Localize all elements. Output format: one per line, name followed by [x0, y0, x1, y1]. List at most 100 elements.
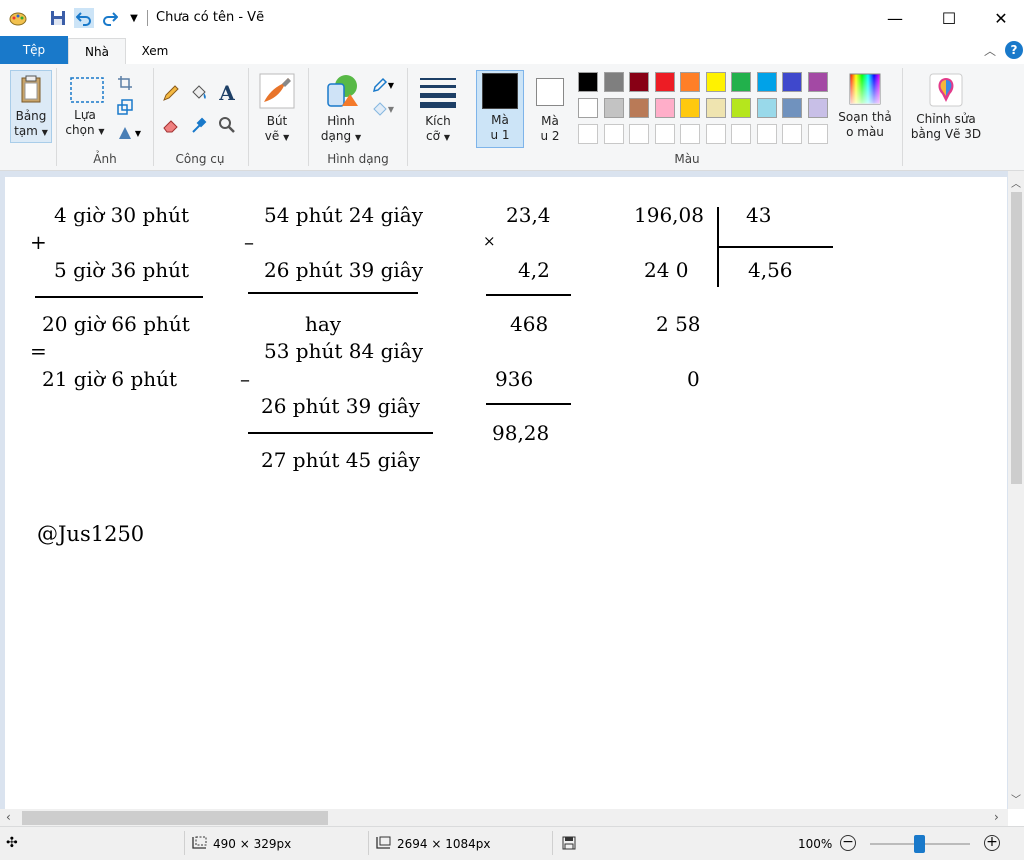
crop-icon[interactable] [114, 72, 136, 94]
redo-icon[interactable] [100, 8, 120, 28]
color1-label-2: u 1 [490, 128, 510, 142]
palette-swatch[interactable] [680, 72, 700, 92]
outline-icon[interactable]: ▼ [368, 74, 398, 96]
help-icon[interactable]: ? [1005, 41, 1023, 59]
color1-button[interactable]: Mà u 1 [476, 70, 524, 148]
custom-color-slot[interactable] [680, 124, 700, 144]
sub-operator-1: – [244, 230, 254, 254]
palette-swatch[interactable] [731, 98, 751, 118]
mul-partial-2: 936 [495, 367, 534, 391]
custom-color-slot[interactable] [705, 124, 726, 144]
color2-label-1: Mà [541, 114, 559, 128]
custom-color-slot[interactable] [603, 124, 624, 144]
undo-icon[interactable] [74, 8, 94, 28]
canvas-size: 2694 × 1084px [397, 837, 491, 851]
maximize-button[interactable]: ☐ [926, 0, 972, 36]
custom-color-slot[interactable] [756, 124, 777, 144]
custom-color-slot[interactable] [731, 124, 751, 144]
collapse-ribbon-icon[interactable]: ︿ [984, 42, 996, 59]
edit-with-paint3d-button[interactable]: Chỉnh sửa bằng Vẽ 3D [908, 72, 984, 142]
palette-swatch[interactable] [654, 98, 675, 118]
clipboard-button[interactable]: Bảng tạm ▼ [10, 70, 52, 143]
palette-swatch[interactable] [782, 72, 802, 92]
add-equals: = [30, 339, 47, 363]
save-icon[interactable] [48, 8, 68, 28]
scroll-down-icon[interactable]: ﹀ [1011, 791, 1021, 806]
eraser-icon[interactable] [160, 114, 182, 136]
sub-operand-b: 26 phút 39 giây [264, 258, 423, 282]
zoom-slider-thumb[interactable] [914, 835, 925, 853]
brushes-label-2: vẽ [264, 129, 280, 143]
palette-swatch[interactable] [578, 72, 598, 92]
rotate-icon[interactable]: ▼ [114, 122, 144, 144]
palette-swatch[interactable] [629, 98, 649, 118]
chevron-down-icon: ▼ [98, 127, 105, 136]
vertical-scroll-thumb[interactable] [1011, 192, 1022, 484]
palette-swatch[interactable] [756, 98, 777, 118]
sub-operand-a: 54 phút 24 giây [264, 203, 423, 227]
minimize-button[interactable]: — [872, 0, 918, 36]
edit-colors-button[interactable]: Soạn thả o màu [836, 72, 894, 140]
custom-color-slot[interactable] [578, 124, 598, 144]
tab-file[interactable]: Tệp [0, 36, 68, 64]
palette-swatch[interactable] [629, 72, 649, 92]
paint-app-icon [8, 8, 28, 28]
fill-icon[interactable] [188, 82, 210, 104]
edit-colors-label-1: Soạn thả [838, 110, 892, 124]
palette-swatch[interactable] [731, 72, 751, 92]
text-icon[interactable]: A [216, 81, 238, 105]
group-separator [902, 68, 903, 166]
div-quotient: 4,56 [748, 258, 793, 282]
custom-color-slot[interactable] [782, 124, 802, 144]
scroll-left-icon[interactable]: ‹ [6, 810, 11, 824]
brushes-button[interactable]: Bút vẽ ▼ [254, 72, 300, 145]
palette-swatch[interactable] [578, 98, 598, 118]
palette-swatch[interactable] [807, 98, 828, 118]
select-label-1: Lựa [74, 108, 96, 122]
zoom-in-icon[interactable]: + [984, 835, 1000, 851]
palette-swatch[interactable] [705, 98, 726, 118]
custom-color-slot[interactable] [629, 124, 649, 144]
pencil-icon[interactable] [160, 82, 182, 104]
custom-color-slot[interactable] [654, 124, 675, 144]
tab-view[interactable]: Xem [124, 38, 186, 64]
scroll-right-icon[interactable]: › [994, 810, 999, 824]
status-separator [552, 831, 553, 855]
chevron-down-icon: ▼ [283, 133, 290, 142]
clipboard-label-2: tạm [14, 124, 38, 138]
file-size-icon [562, 836, 576, 853]
tab-home[interactable]: Nhà [68, 38, 126, 65]
resize-icon[interactable] [114, 96, 136, 118]
shape-fill-icon[interactable]: ▼ [368, 98, 398, 120]
horizontal-scroll-thumb[interactable] [22, 811, 328, 825]
palette-swatch[interactable] [756, 72, 777, 92]
add-result-1: 20 giờ 66 phút [42, 312, 190, 336]
div-step-2: 2 58 [656, 312, 701, 336]
drawing-canvas[interactable]: 4 giờ 30 phút + 5 giờ 36 phút 20 giờ 66 … [5, 177, 1007, 809]
div-dividend: 196,08 [634, 203, 704, 227]
palette-swatch[interactable] [782, 98, 802, 118]
scroll-up-icon[interactable]: ︿ [1011, 175, 1021, 190]
size-button[interactable]: Kích cỡ ▼ [414, 72, 462, 145]
zoom-out-icon[interactable]: − [840, 835, 856, 851]
palette-swatch[interactable] [654, 72, 675, 92]
palette-swatch[interactable] [603, 98, 624, 118]
sub-result: 27 phút 45 giây [261, 448, 420, 472]
customize-toolbar-icon[interactable]: ▼ [124, 8, 144, 28]
group-separator [248, 68, 249, 166]
palette-swatch[interactable] [705, 72, 726, 92]
magnifier-icon[interactable] [216, 114, 238, 136]
close-button[interactable]: ✕ [978, 0, 1024, 36]
color-picker-icon[interactable] [188, 114, 210, 136]
custom-color-slot[interactable] [807, 124, 828, 144]
ribbon-tabs: Tệp Nhà Xem ︿ ? [0, 36, 1024, 65]
palette-swatch[interactable] [807, 72, 828, 92]
canvas-size-icon [376, 836, 392, 853]
select-button[interactable]: Lựa chọn ▼ [62, 72, 108, 139]
color2-button[interactable]: Mà u 2 [528, 76, 572, 144]
sub-operand-d: 26 phút 39 giây [261, 394, 420, 418]
palette-swatch[interactable] [603, 72, 624, 92]
shapes-button[interactable]: Hình dạng ▼ [316, 72, 366, 145]
chevron-down-icon: ▼ [354, 133, 362, 142]
palette-swatch[interactable] [680, 98, 700, 118]
